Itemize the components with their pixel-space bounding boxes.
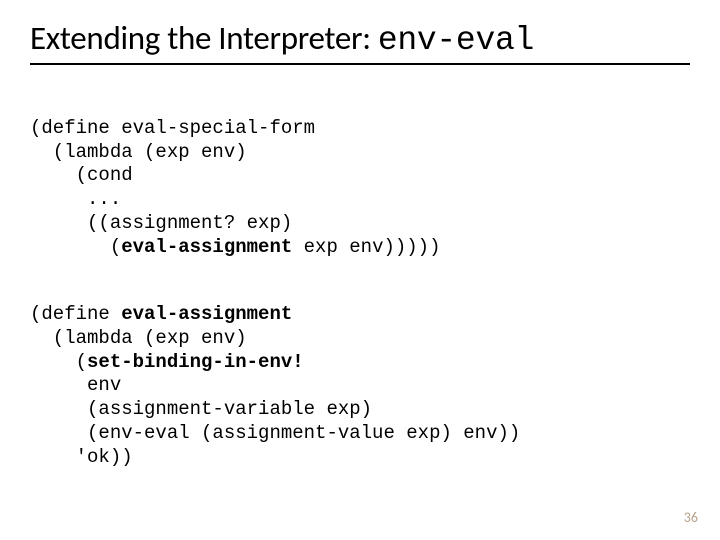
code-line: exp env))))) — [292, 236, 440, 258]
code-line: ... — [30, 188, 121, 210]
code-bold: eval-assignment — [121, 236, 292, 258]
code-line: ((assignment? exp) — [30, 212, 292, 234]
page-number: 36 — [684, 509, 698, 526]
code-line: (lambda (exp env) — [30, 141, 247, 163]
title-text: Extending the Interpreter: — [30, 18, 378, 58]
code-line: 'ok)) — [30, 446, 133, 468]
code-line: (env-eval (assignment-value exp) env)) — [30, 422, 520, 444]
code-line: (define — [30, 303, 121, 325]
spacer — [30, 259, 690, 279]
slide: Extending the Interpreter: env-eval (def… — [0, 0, 720, 540]
code-line: (assignment-variable exp) — [30, 398, 372, 420]
code-block-2: (define eval-assignment (lambda (exp env… — [30, 279, 690, 469]
code-line: (cond — [30, 164, 133, 186]
code-block-1: (define eval-special-form (lambda (exp e… — [30, 93, 690, 259]
code-line: (lambda (exp env) — [30, 327, 247, 349]
code-line: ( — [30, 236, 121, 258]
code-bold: eval-assignment — [121, 303, 292, 325]
code-line: (define eval-special-form — [30, 117, 315, 139]
slide-title: Extending the Interpreter: env-eval — [30, 18, 690, 65]
code-line: env — [30, 374, 121, 396]
code-line: ( — [30, 351, 87, 373]
code-bold: set-binding-in-env! — [87, 351, 304, 373]
title-code: env-eval — [378, 22, 534, 59]
